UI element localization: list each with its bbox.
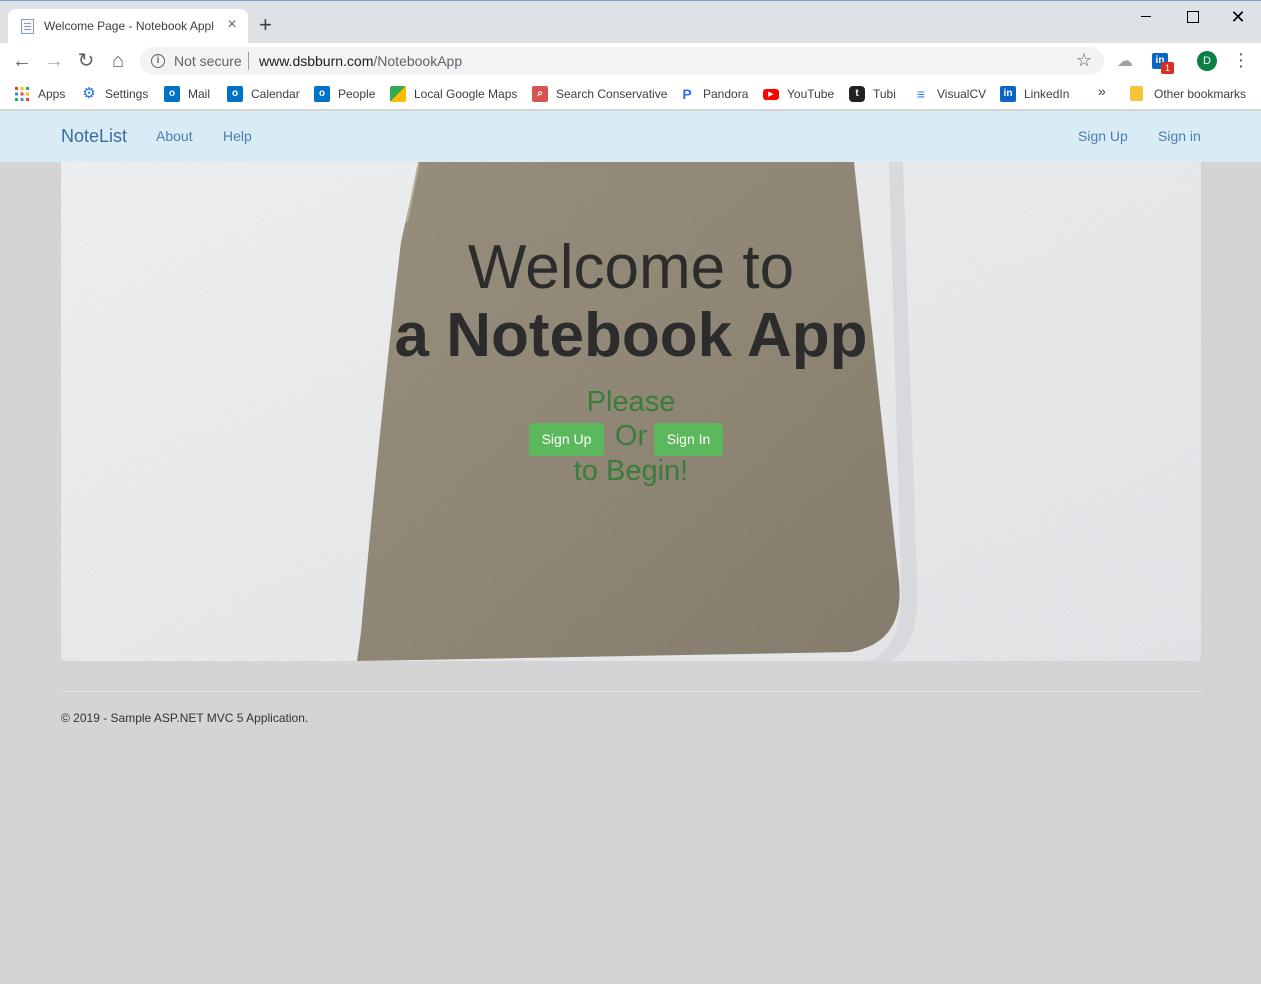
url-text[interactable]: www.dsbburn.com/NotebookApp <box>259 53 462 69</box>
bookmark-label: Search Conservative <box>556 87 668 101</box>
url-path: /NotebookApp <box>373 53 463 69</box>
bookmark-label: Calendar <box>251 87 300 101</box>
hero-to-begin-text: to Begin! <box>573 455 689 487</box>
browser-tab-active[interactable]: Welcome Page - Notebook Appli × <box>8 9 248 44</box>
reload-icon[interactable]: ↻ <box>75 50 97 72</box>
outlook-icon: o <box>314 86 330 102</box>
folder-icon <box>1130 86 1143 101</box>
tubi-icon: t <box>849 86 865 102</box>
outlook-icon: o <box>164 86 180 102</box>
brand-link[interactable]: NoteList <box>61 126 127 147</box>
address-bar-divider <box>248 52 249 70</box>
footer-divider <box>61 691 1201 692</box>
bookmark-star-icon[interactable]: ☆ <box>1076 50 1092 71</box>
outlook-icon: o <box>227 86 243 102</box>
cloud-upload-icon[interactable]: ☁ <box>1117 51 1133 71</box>
hero-jumbotron: Welcome to a Notebook App Please Sign Up… <box>61 162 1201 661</box>
search-icon: ⌕ <box>532 86 548 102</box>
bookmark-label: Local Google Maps <box>414 87 518 101</box>
tab-title: Welcome Page - Notebook Appli <box>44 19 214 33</box>
hero-sign-in-button[interactable]: Sign In <box>654 423 723 456</box>
site-navbar: NoteList About Help Sign Up Sign in <box>0 111 1261 162</box>
browser-menu-icon[interactable]: ⋮ <box>1232 50 1250 70</box>
nav-help-link[interactable]: Help <box>223 128 252 144</box>
new-tab-button[interactable]: + <box>259 14 272 36</box>
bookmark-label: People <box>338 87 376 101</box>
gear-icon: ⚙ <box>82 85 96 102</box>
nav-about-link[interactable]: About <box>156 128 193 144</box>
bookmark-label: LinkedIn <box>1024 87 1070 101</box>
more-bookmarks-chevron-icon[interactable]: » <box>1098 83 1106 99</box>
youtube-icon: ▶ <box>763 89 779 100</box>
info-icon[interactable]: i <box>151 54 165 68</box>
browser-tabstrip: Welcome Page - Notebook Appli × + ✕ <box>0 0 1261 44</box>
hero-heading-line2: a Notebook App <box>394 301 868 370</box>
bookmarks-bar: Apps ⚙ Settings o Mail o Calendar o Peop… <box>0 79 1261 110</box>
maps-icon <box>390 86 406 102</box>
tab-close-icon[interactable]: × <box>224 17 240 33</box>
hero-please-text: Please <box>586 386 676 418</box>
not-secure-label[interactable]: Not secure <box>174 53 242 69</box>
home-icon[interactable]: ⌂ <box>107 50 129 72</box>
other-bookmarks-label: Other bookmarks <box>1154 87 1247 101</box>
bookmark-label: Settings <box>105 87 149 101</box>
bookmark-label: Mail <box>188 87 211 101</box>
window-close-button[interactable]: ✕ <box>1228 8 1248 26</box>
back-arrow-icon[interactable]: ← <box>11 50 33 72</box>
pandora-icon: P <box>682 86 692 102</box>
url-domain: www.dsbburn.com <box>259 53 374 69</box>
footer-copyright: © 2019 - Sample ASP.NET MVC 5 Applicatio… <box>61 711 309 725</box>
window-minimize-button[interactable] <box>1136 9 1156 25</box>
bookmark-label: Pandora <box>703 87 749 101</box>
apps-grid-icon <box>14 86 30 102</box>
hero-heading-line1: Welcome to <box>467 233 795 302</box>
bookmark-label: YouTube <box>787 87 835 101</box>
nav-sign-in-link[interactable]: Sign in <box>1158 128 1201 144</box>
bookmark-label: VisualCV <box>937 87 987 101</box>
visualcv-icon: ≡ <box>916 86 926 102</box>
page-favicon-icon <box>21 19 34 34</box>
bookmark-label: Apps <box>38 87 66 101</box>
hero-or-text: Or <box>614 420 648 452</box>
address-bar[interactable]: i Not secure www.dsbburn.com/NotebookApp… <box>140 47 1104 75</box>
linkedin-notification-badge: 1 <box>1161 62 1174 74</box>
browser-toolbar: ← → ↻ ⌂ i Not secure www.dsbburn.com/Not… <box>0 43 1261 79</box>
nav-sign-up-link[interactable]: Sign Up <box>1078 128 1128 144</box>
bookmark-label: Tubi <box>873 87 896 101</box>
linkedin-icon: in <box>1000 86 1016 102</box>
window-maximize-button[interactable] <box>1182 9 1202 25</box>
profile-avatar[interactable]: D <box>1197 51 1217 71</box>
forward-arrow-icon[interactable]: → <box>43 50 65 72</box>
